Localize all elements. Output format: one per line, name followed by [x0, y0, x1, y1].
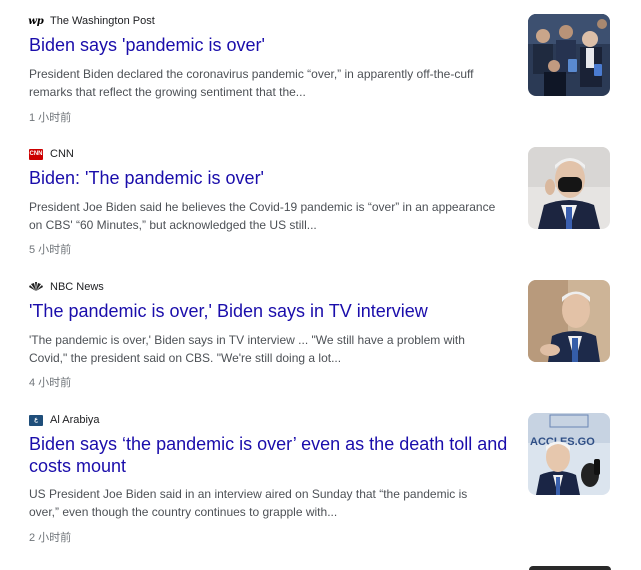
headline-link[interactable]: Biden says ‘the pandemic is over’ even a…: [29, 433, 509, 477]
snippet-line: on CBS' “60 Minutes,” but acknowledged t…: [29, 218, 317, 232]
source-name: CNN: [50, 148, 74, 160]
snippet: President Joe Biden said he believes the…: [29, 198, 519, 234]
snippet: 'The pandemic is over,' Biden says in TV…: [29, 331, 519, 367]
news-result-4[interactable]: ع Al Arabiya Biden says ‘the pandemic is…: [29, 413, 629, 544]
cnn-logo-icon: CNN: [29, 148, 43, 160]
snippet: US President Joe Biden said in an interv…: [29, 485, 519, 521]
timestamp: 4 小时前: [29, 377, 72, 389]
al-arabiya-logo-icon: ع: [29, 414, 43, 426]
headline-line: costs mount: [29, 456, 127, 476]
timestamp: 2 小时前: [29, 532, 72, 544]
timestamp: 1 小时前: [29, 112, 72, 124]
timestamp: 5 小时前: [29, 244, 72, 256]
snippet: President Biden declared the coronavirus…: [29, 65, 519, 101]
source: NBC News: [29, 280, 104, 294]
snippet-line: President Joe Biden said he believes the…: [29, 200, 496, 214]
source-name: The Washington Post: [50, 15, 155, 27]
snippet-line: President Biden declared the coronavirus…: [29, 67, 474, 81]
snippet-line: remarks that reflect the growing sentime…: [29, 85, 306, 99]
washington-post-logo-icon: wp: [28, 15, 44, 27]
snippet-line: Covid," the president said on CBS. "We'r…: [29, 351, 342, 365]
source-name: Al Arabiya: [50, 414, 100, 426]
next-result-edge: [529, 566, 611, 570]
headline-link[interactable]: 'The pandemic is over,' Biden says in TV…: [29, 300, 509, 322]
source: CNN CNN: [29, 147, 74, 161]
thumbnail-image[interactable]: ACCI ES.GO: [528, 413, 610, 495]
thumbnail-image[interactable]: [528, 147, 610, 229]
headline-link[interactable]: Biden says 'pandemic is over': [29, 34, 509, 56]
snippet-line: US President Joe Biden said in an interv…: [29, 487, 468, 501]
nbc-peacock-logo-icon: [29, 282, 43, 293]
source: wp The Washington Post: [28, 14, 155, 28]
news-result-2[interactable]: CNN CNN Biden: 'The pandemic is over' Pr…: [29, 147, 629, 257]
source-name: NBC News: [50, 281, 104, 293]
thumbnail-image[interactable]: [528, 14, 610, 96]
headline-line: Biden says ‘the pandemic is over’ even a…: [29, 434, 508, 454]
snippet-line: 'The pandemic is over,' Biden says in TV…: [29, 333, 465, 347]
news-result-3[interactable]: NBC News 'The pandemic is over,' Biden s…: [29, 280, 629, 390]
snippet-line: over,” even though the country continues…: [29, 505, 338, 519]
source: ع Al Arabiya: [29, 413, 100, 427]
thumbnail-image[interactable]: [528, 280, 610, 362]
headline-link[interactable]: Biden: 'The pandemic is over': [29, 167, 509, 189]
news-result-1[interactable]: wp The Washington Post Biden says 'pande…: [28, 14, 629, 124]
